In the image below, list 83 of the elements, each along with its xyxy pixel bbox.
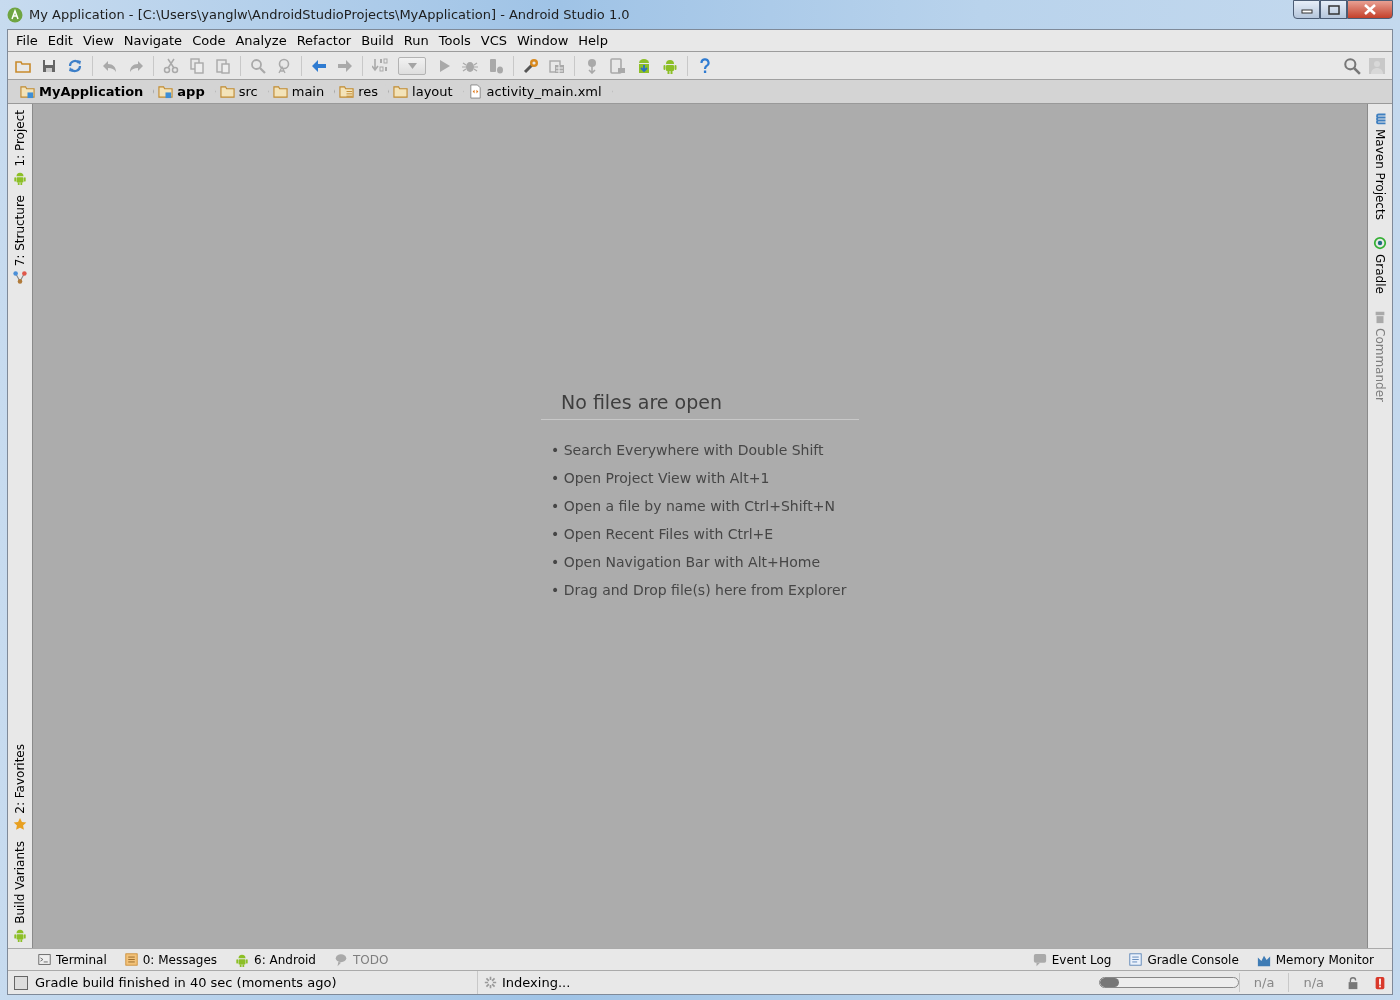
search-icon[interactable] (1343, 56, 1361, 75)
menu-item[interactable]: Help (573, 30, 613, 51)
tool-window-button[interactable]: Gradle Console (1147, 950, 1239, 969)
spinner-icon (484, 976, 497, 989)
progress-text: Indexing... (502, 973, 571, 992)
tool-window-button[interactable]: 7: Structure (11, 194, 29, 266)
breadcrumb-item[interactable]: src (238, 81, 258, 102)
commander-icon (1373, 309, 1387, 324)
gradle-icon (1373, 235, 1387, 250)
menu-item[interactable]: View (77, 30, 119, 51)
menu-item[interactable]: Code (187, 30, 231, 51)
user-avatar-icon[interactable] (1369, 57, 1385, 74)
caret-icon (407, 62, 417, 69)
help-icon[interactable] (697, 57, 713, 74)
tool-window-button[interactable]: Build Variants (11, 841, 29, 924)
star-icon (13, 817, 27, 832)
structure-icon (13, 269, 27, 284)
console-icon (1129, 953, 1143, 966)
editor-hint: • Open a file by name with Ctrl+Shift+N (550, 496, 836, 516)
menu-item[interactable]: Window (512, 30, 574, 51)
folder-icon (219, 84, 235, 99)
window-title: My Application - [C:\Users\yanglw\AndroidStudioProjects\MyApplication] - Android Studio 1.0 (29, 5, 630, 24)
menu-item[interactable]: Run (398, 30, 434, 51)
folder-icon (393, 84, 409, 99)
menu-item[interactable]: File (11, 30, 43, 51)
breadcrumb-item[interactable]: res (358, 81, 379, 102)
editor-hint: • Open Recent Files with Ctrl+E (550, 524, 775, 544)
speech-bubble-icon (1032, 952, 1047, 967)
close-icon (1363, 4, 1377, 15)
maximize-button[interactable] (1320, 0, 1347, 19)
minimize-button[interactable] (1293, 0, 1320, 19)
tool-window-button[interactable]: Event Log (1051, 950, 1112, 969)
tool-window-button[interactable]: 0: Messages (142, 950, 218, 969)
tool-window-button[interactable]: 6: Android (254, 950, 316, 969)
menu-item[interactable]: Refactor (291, 30, 357, 51)
terminal-icon (38, 953, 51, 966)
module-folder-icon (20, 84, 35, 99)
tool-window-button[interactable]: 2: Favorites (11, 743, 29, 814)
android-studio-logo-icon (7, 6, 23, 23)
folder-icon (272, 84, 288, 99)
menu-item[interactable]: Edit (42, 30, 78, 51)
module-folder-icon (158, 84, 174, 99)
breadcrumb-item[interactable]: activity_main.xml (486, 81, 602, 102)
editor-hint: • Search Everywhere with Double Shift (550, 440, 825, 460)
tool-window-button[interactable]: Gradle (1371, 253, 1389, 294)
menu-item[interactable]: VCS (475, 30, 513, 51)
tool-window-button[interactable]: Maven Projects (1371, 129, 1389, 220)
breadcrumb-item[interactable]: main (291, 81, 325, 102)
menu-item[interactable]: Build (356, 30, 399, 51)
android-icon[interactable] (662, 57, 678, 74)
maximize-icon (1327, 4, 1340, 15)
messages-icon (124, 953, 138, 966)
android-download-icon[interactable] (636, 57, 652, 74)
memory-indicator[interactable] (1098, 977, 1239, 988)
tool-window-button[interactable]: Terminal (56, 950, 107, 969)
android-icon (235, 952, 250, 967)
editor-hint: • Open Project View with Alt+1 (550, 468, 771, 488)
android-icon (13, 928, 27, 942)
editor-hint: • Drag and Drop file(s) here from Explorer (550, 580, 848, 600)
close-button[interactable] (1347, 0, 1393, 19)
editor-hint: • Open Navigation Bar with Alt+Home (550, 552, 822, 572)
android-icon (13, 170, 27, 185)
status-reading: n/a (1238, 972, 1289, 993)
menu-item[interactable]: Tools (433, 30, 476, 51)
sync-icon[interactable] (67, 57, 83, 74)
save-icon[interactable] (41, 57, 57, 74)
breadcrumb-item[interactable]: layout (412, 81, 453, 102)
breadcrumb-item[interactable]: app (177, 81, 205, 102)
tool-window-button[interactable]: Memory Monitor (1275, 950, 1374, 969)
xml-file-icon (467, 84, 483, 99)
notification-icon[interactable] (1374, 975, 1386, 990)
status-toggle-icon[interactable] (14, 975, 28, 990)
todo-icon (333, 952, 348, 967)
menu-item[interactable]: Analyze (230, 30, 292, 51)
empty-editor-heading: No files are open (541, 388, 859, 420)
status-reading: n/a (1288, 972, 1338, 993)
breadcrumb-item[interactable]: MyApplication (39, 81, 144, 102)
resource-folder-icon (339, 84, 355, 99)
menu-item[interactable]: Navigate (118, 30, 188, 51)
status-message: Gradle build finished in 40 sec (moments ago) (35, 973, 337, 992)
lock-icon[interactable] (1346, 975, 1360, 990)
wrench-icon[interactable] (523, 57, 539, 74)
tool-window-button[interactable]: 1: Project (11, 110, 29, 167)
